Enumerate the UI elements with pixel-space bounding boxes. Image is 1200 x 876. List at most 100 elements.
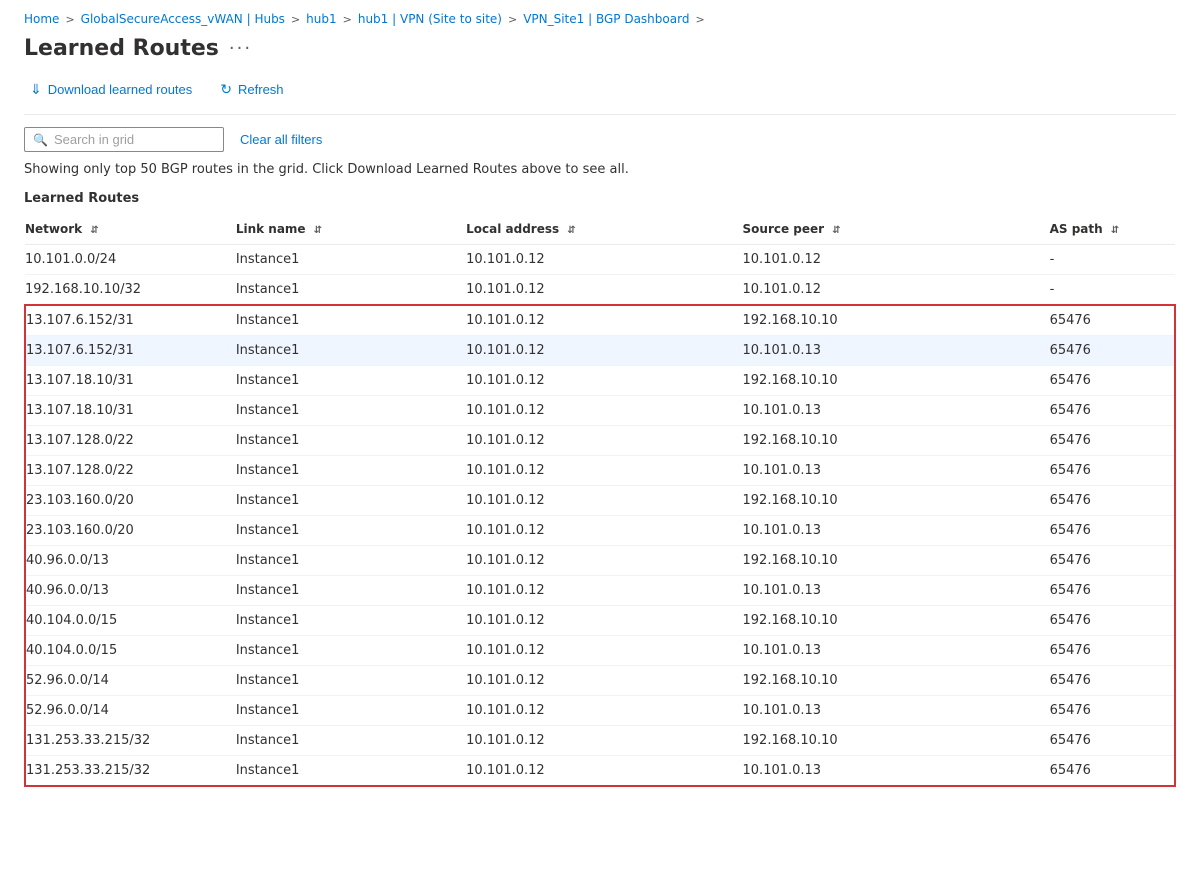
cell-sourcepeer: 10.101.0.13	[743, 456, 1050, 486]
cell-aspath: -	[1050, 245, 1175, 275]
cell-linkname: Instance1	[236, 636, 466, 666]
breadcrumb-hub1[interactable]: hub1	[306, 12, 336, 26]
cell-aspath: 65476	[1050, 726, 1175, 756]
table-row: 23.103.160.0/20Instance110.101.0.12192.1…	[25, 486, 1175, 516]
col-header-aspath[interactable]: AS path ⇵	[1050, 214, 1175, 245]
table-row: 192.168.10.10/32Instance110.101.0.1210.1…	[25, 275, 1175, 306]
cell-sourcepeer: 192.168.10.10	[743, 426, 1050, 456]
cell-aspath: 65476	[1050, 486, 1175, 516]
cell-aspath: 65476	[1050, 576, 1175, 606]
download-icon: ⇓	[30, 81, 42, 98]
cell-localaddr: 10.101.0.12	[466, 546, 742, 576]
cell-linkname: Instance1	[236, 275, 466, 306]
breadcrumb-home[interactable]: Home	[24, 12, 59, 26]
download-routes-button[interactable]: ⇓ Download learned routes	[24, 77, 198, 102]
table-row: 40.104.0.0/15Instance110.101.0.12192.168…	[25, 606, 1175, 636]
cell-aspath: 65476	[1050, 636, 1175, 666]
cell-localaddr: 10.101.0.12	[466, 636, 742, 666]
cell-sourcepeer: 192.168.10.10	[743, 726, 1050, 756]
table-row: 13.107.18.10/31Instance110.101.0.12192.1…	[25, 366, 1175, 396]
cell-linkname: Instance1	[236, 576, 466, 606]
clear-filters-button[interactable]: Clear all filters	[236, 128, 326, 151]
cell-aspath: 65476	[1050, 546, 1175, 576]
table-row: 13.107.128.0/22Instance110.101.0.12192.1…	[25, 426, 1175, 456]
cell-network: 13.107.18.10/31	[25, 396, 236, 426]
breadcrumb-sep-1: >	[65, 13, 74, 26]
cell-linkname: Instance1	[236, 396, 466, 426]
cell-aspath: 65476	[1050, 426, 1175, 456]
cell-linkname: Instance1	[236, 366, 466, 396]
cell-network: 10.101.0.0/24	[25, 245, 236, 275]
table-row: 131.253.33.215/32Instance110.101.0.12192…	[25, 726, 1175, 756]
cell-sourcepeer: 10.101.0.13	[743, 756, 1050, 787]
cell-localaddr: 10.101.0.12	[466, 456, 742, 486]
info-text: Showing only top 50 BGP routes in the gr…	[24, 162, 1176, 177]
breadcrumb-vpn-site[interactable]: hub1 | VPN (Site to site)	[358, 12, 502, 26]
toolbar: ⇓ Download learned routes ↻ Refresh	[24, 77, 1176, 115]
sort-icon-network: ⇵	[90, 225, 98, 236]
cell-localaddr: 10.101.0.12	[466, 696, 742, 726]
breadcrumb-sep-2: >	[291, 13, 300, 26]
cell-linkname: Instance1	[236, 486, 466, 516]
cell-localaddr: 10.101.0.12	[466, 486, 742, 516]
cell-linkname: Instance1	[236, 726, 466, 756]
cell-aspath: 65476	[1050, 516, 1175, 546]
table-row: 52.96.0.0/14Instance110.101.0.1210.101.0…	[25, 696, 1175, 726]
cell-linkname: Instance1	[236, 245, 466, 275]
table-row: 13.107.6.152/31Instance110.101.0.12192.1…	[25, 305, 1175, 336]
cell-localaddr: 10.101.0.12	[466, 606, 742, 636]
cell-sourcepeer: 192.168.10.10	[743, 546, 1050, 576]
cell-aspath: 65476	[1050, 336, 1175, 366]
cell-localaddr: 10.101.0.12	[466, 245, 742, 275]
cell-localaddr: 10.101.0.12	[466, 426, 742, 456]
cell-localaddr: 10.101.0.12	[466, 336, 742, 366]
sort-icon-sourcepeer: ⇵	[832, 225, 840, 236]
cell-localaddr: 10.101.0.12	[466, 366, 742, 396]
refresh-button[interactable]: ↻ Refresh	[214, 77, 289, 102]
table-row: 23.103.160.0/20Instance110.101.0.1210.10…	[25, 516, 1175, 546]
cell-network: 52.96.0.0/14	[25, 696, 236, 726]
cell-localaddr: 10.101.0.12	[466, 516, 742, 546]
table-body: 10.101.0.0/24Instance110.101.0.1210.101.…	[25, 245, 1175, 787]
cell-network: 13.107.6.152/31	[25, 305, 236, 336]
cell-localaddr: 10.101.0.12	[466, 576, 742, 606]
filter-row: 🔍 Clear all filters	[24, 127, 1176, 152]
more-options-icon[interactable]: ···	[229, 38, 252, 59]
cell-network: 13.107.128.0/22	[25, 456, 236, 486]
cell-localaddr: 10.101.0.12	[466, 726, 742, 756]
col-header-localaddr[interactable]: Local address ⇵	[466, 214, 742, 245]
col-header-linkname[interactable]: Link name ⇵	[236, 214, 466, 245]
cell-network: 131.253.33.215/32	[25, 756, 236, 787]
cell-sourcepeer: 10.101.0.13	[743, 576, 1050, 606]
cell-sourcepeer: 10.101.0.13	[743, 696, 1050, 726]
cell-sourcepeer: 192.168.10.10	[743, 486, 1050, 516]
cell-aspath: 65476	[1050, 396, 1175, 426]
breadcrumb-bgp-dashboard[interactable]: VPN_Site1 | BGP Dashboard	[523, 12, 689, 26]
cell-linkname: Instance1	[236, 305, 466, 336]
sort-icon-aspath: ⇵	[1111, 225, 1119, 236]
col-header-network[interactable]: Network ⇵	[25, 214, 236, 245]
breadcrumb-vwan[interactable]: GlobalSecureAccess_vWAN | Hubs	[81, 12, 285, 26]
cell-sourcepeer: 192.168.10.10	[743, 366, 1050, 396]
routes-table: Network ⇵ Link name ⇵ Local address ⇵ So…	[24, 214, 1176, 787]
cell-linkname: Instance1	[236, 426, 466, 456]
cell-localaddr: 10.101.0.12	[466, 305, 742, 336]
col-header-sourcepeer[interactable]: Source peer ⇵	[743, 214, 1050, 245]
cell-aspath: 65476	[1050, 666, 1175, 696]
cell-linkname: Instance1	[236, 696, 466, 726]
cell-network: 40.96.0.0/13	[25, 546, 236, 576]
table-row: 13.107.128.0/22Instance110.101.0.1210.10…	[25, 456, 1175, 486]
cell-aspath: 65476	[1050, 305, 1175, 336]
search-box[interactable]: 🔍	[24, 127, 224, 152]
cell-localaddr: 10.101.0.12	[466, 756, 742, 787]
search-input[interactable]	[54, 132, 215, 147]
sort-icon-linkname: ⇵	[314, 225, 322, 236]
table-row: 52.96.0.0/14Instance110.101.0.12192.168.…	[25, 666, 1175, 696]
cell-network: 23.103.160.0/20	[25, 516, 236, 546]
table-header: Network ⇵ Link name ⇵ Local address ⇵ So…	[25, 214, 1175, 245]
section-label: Learned Routes	[24, 191, 1176, 206]
breadcrumb-sep-5: >	[695, 13, 704, 26]
cell-network: 13.107.128.0/22	[25, 426, 236, 456]
cell-linkname: Instance1	[236, 336, 466, 366]
refresh-icon: ↻	[220, 81, 232, 98]
